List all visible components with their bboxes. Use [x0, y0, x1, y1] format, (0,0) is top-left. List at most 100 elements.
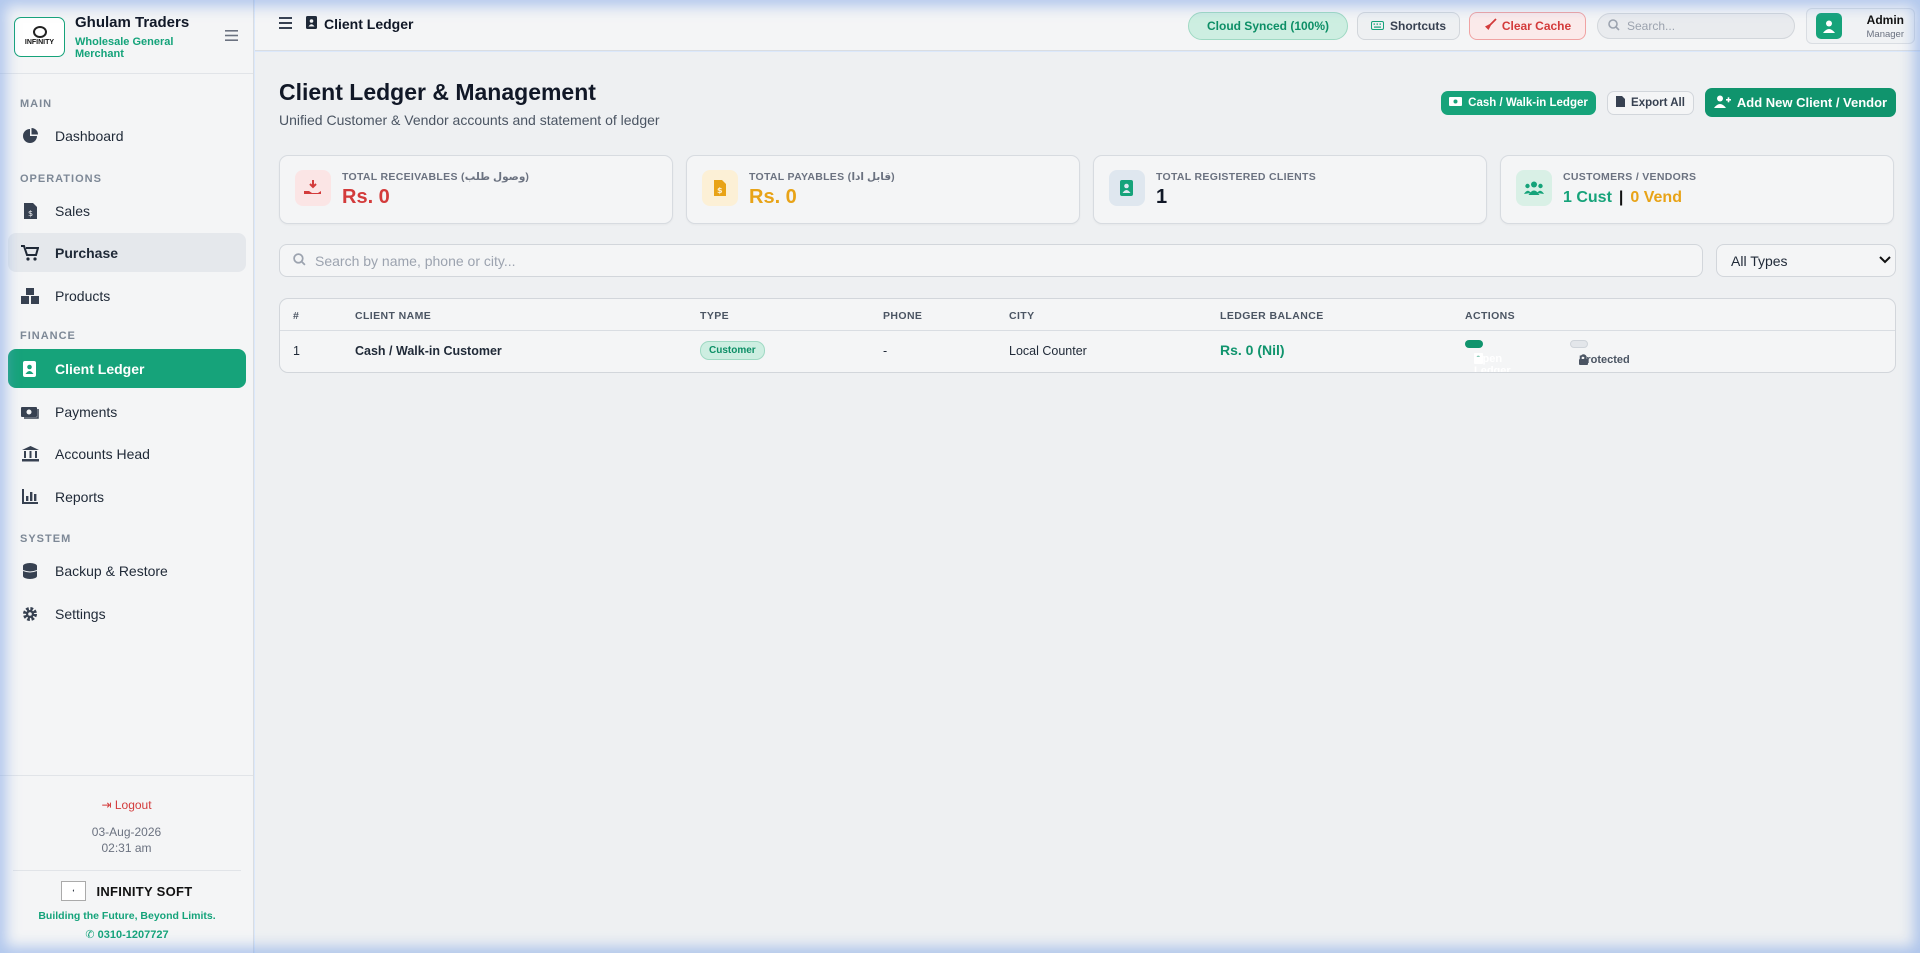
company-credit: ◐ INFINITY SOFT Building the Future, Bey…	[13, 870, 241, 941]
current-time: 02:31 am	[101, 841, 152, 855]
sidebar-item-sales[interactable]: $ Sales	[8, 191, 246, 230]
topbar: Client Ledger Cloud Synced (100%) Shortc…	[255, 0, 1920, 51]
vendor-count: 0 Vend	[1630, 189, 1682, 206]
column-header: CLIENT NAME	[355, 310, 432, 322]
gear-icon	[20, 605, 40, 623]
page-breadcrumb: Client Ledger	[306, 16, 413, 32]
column-header: ACTIONS	[1465, 310, 1516, 322]
sidebar-item-label: Client Ledger	[55, 360, 145, 377]
logout-button[interactable]: ⇥ Logout	[0, 798, 253, 812]
file-export-icon	[1616, 96, 1626, 110]
column-header: TYPE	[700, 310, 730, 322]
protected-badge: Protected	[1570, 340, 1630, 366]
cart-icon	[20, 244, 40, 262]
table-row: 1 Cash / Walk-in Customer Customer - Loc…	[280, 331, 1895, 372]
stat-label: TOTAL REGISTERED CLIENTS	[1156, 171, 1317, 183]
shortcuts-button[interactable]: Shortcuts	[1357, 12, 1460, 40]
global-search-input[interactable]: Search...	[1597, 13, 1795, 39]
sidebar-item-dashboard[interactable]: Dashboard	[8, 116, 246, 155]
phone-icon: ✆	[85, 929, 95, 941]
user-role: Manager	[1866, 28, 1905, 40]
customer-count: 1 Cust	[1563, 189, 1612, 206]
sidebar-item-settings[interactable]: Settings	[8, 594, 246, 633]
stat-card-registered-clients: TOTAL REGISTERED CLIENTS 1	[1093, 155, 1487, 224]
invoice-icon: $	[20, 202, 40, 220]
client-name: Cash / Walk-in Customer	[355, 344, 502, 358]
sidebar-item-label: Settings	[55, 605, 106, 622]
company-name: INFINITY SOFT	[96, 883, 193, 899]
column-header: #	[293, 310, 300, 322]
money-icon	[1449, 97, 1463, 109]
stat-value: Rs. 0	[749, 186, 797, 208]
sidebar-item-label: Payments	[55, 403, 118, 420]
client-type-select[interactable]: All Types	[1716, 244, 1896, 277]
sidebar-item-accounts-head[interactable]: Accounts Head	[8, 434, 246, 473]
nav-section-finance: FINANCE	[20, 330, 76, 342]
type-badge: Customer	[700, 341, 765, 360]
brand-title: Ghulam Traders	[75, 13, 190, 31]
database-icon	[20, 562, 40, 580]
client-city: Local Counter	[1009, 344, 1087, 358]
sidebar-item-label: Dashboard	[55, 127, 124, 144]
column-header: CITY	[1009, 310, 1035, 322]
user-plus-icon	[1713, 95, 1731, 111]
search-icon	[293, 252, 306, 269]
nav-section-main: MAIN	[20, 98, 53, 110]
stat-card-customers-vendors: CUSTOMERS / VENDORS 1 Cust | 0 Vend	[1500, 155, 1894, 224]
sidebar: INFINITY Ghulam Traders Wholesale Genera…	[0, 0, 254, 953]
menu-icon[interactable]	[279, 16, 293, 34]
logout-icon: ⇥	[101, 798, 112, 812]
add-client-vendor-button[interactable]: Add New Client / Vendor	[1705, 88, 1896, 117]
client-phone: -	[883, 344, 888, 358]
user-menu[interactable]: Admin Manager	[1806, 8, 1915, 44]
keyboard-icon	[1370, 19, 1384, 33]
company-phone: ✆ 0310-1207727	[85, 929, 169, 941]
address-book-icon	[1109, 170, 1145, 206]
stat-card-receivables: TOTAL RECEIVABLES (وصول طلب) Rs. 0	[279, 155, 673, 224]
sidebar-item-purchase[interactable]: Purchase	[8, 233, 246, 272]
sidebar-item-products[interactable]: Products	[8, 276, 246, 315]
stat-value: 1 Cust | 0 Vend	[1563, 189, 1682, 207]
client-search-input[interactable]: Search by name, phone or city...	[279, 244, 1703, 277]
sidebar-item-backup-restore[interactable]: Backup & Restore	[8, 551, 246, 590]
cloud-sync-status[interactable]: Cloud Synced (100%)	[1188, 12, 1348, 40]
clock: 03-Aug-2026 02:31 am	[0, 824, 253, 856]
user-name: Admin	[1866, 12, 1904, 27]
broom-icon	[1484, 18, 1497, 34]
stat-label: TOTAL RECEIVABLES (وصول طلب)	[342, 171, 530, 183]
stat-value: Rs. 0	[342, 186, 390, 208]
brand-subtitle: Wholesale General Merchant	[75, 35, 174, 60]
cash-walkin-ledger-button[interactable]: Cash / Walk-in Ledger	[1441, 91, 1596, 115]
sidebar-item-label: Products	[55, 287, 111, 304]
column-header: LEDGER BALANCE	[1220, 310, 1324, 322]
users-icon	[1516, 170, 1552, 206]
sidebar-item-reports[interactable]: Reports	[8, 477, 246, 516]
sidebar-item-label: Reports	[55, 488, 105, 505]
sidebar-collapse-icon[interactable]	[225, 28, 239, 45]
nav-section-system: SYSTEM	[20, 533, 72, 545]
sidebar-footer: ⇥ Logout 03-Aug-2026 02:31 am ◐ INFINITY…	[0, 775, 253, 953]
stat-card-payables: $ TOTAL PAYABLES (قابل ادا) Rs. 0	[686, 155, 1080, 224]
clear-cache-button[interactable]: Clear Cache	[1469, 12, 1586, 40]
chevron-down-icon	[1879, 253, 1891, 267]
main-content: Client Ledger & Management Unified Custo…	[255, 52, 1920, 953]
column-header: PHONE	[883, 310, 923, 322]
sidebar-item-label: Purchase	[55, 244, 119, 261]
company-tagline: Building the Future, Beyond Limits.	[38, 910, 216, 922]
company-logo: ◐	[61, 881, 87, 901]
export-all-button[interactable]: Export All	[1607, 91, 1694, 115]
brand-logo: INFINITY	[14, 16, 65, 57]
open-ledger-button[interactable]: Open Ledger	[1465, 340, 1511, 372]
stat-value: 1	[1156, 186, 1168, 208]
page-subtitle: Unified Customer & Vendor accounts and s…	[279, 112, 660, 128]
sidebar-item-label: Sales	[55, 202, 91, 219]
bar-chart-icon	[20, 488, 40, 506]
current-date: 03-Aug-2026	[91, 825, 162, 839]
brand-header: INFINITY Ghulam Traders Wholesale Genera…	[0, 0, 253, 74]
sidebar-item-payments[interactable]: Payments	[8, 392, 246, 431]
hand-receive-icon	[295, 170, 331, 206]
clients-table: # CLIENT NAME TYPE PHONE CITY LEDGER BAL…	[279, 298, 1896, 373]
sidebar-item-client-ledger[interactable]: Client Ledger	[8, 349, 246, 388]
search-icon	[1608, 18, 1620, 34]
svg-text:$: $	[28, 209, 33, 218]
